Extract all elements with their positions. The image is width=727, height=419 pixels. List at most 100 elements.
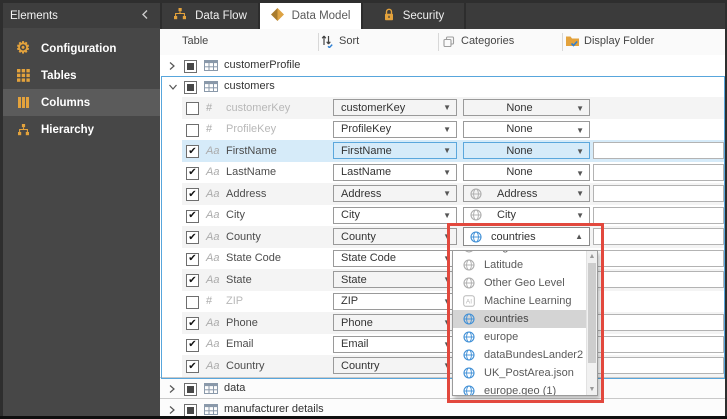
field-row-City[interactable]: ✔ Aa City City ▼ City ▼ bbox=[160, 205, 725, 227]
field-row-Phone[interactable]: ✔ Aa Phone Phone ▼ bbox=[160, 312, 725, 334]
number-type-icon: # bbox=[206, 295, 213, 307]
sidebar-item-tables[interactable]: Tables bbox=[0, 62, 160, 89]
checkbox[interactable]: ✔ bbox=[186, 360, 199, 373]
display-folder-input[interactable] bbox=[593, 228, 724, 245]
sort-combobox[interactable]: City ▼ bbox=[333, 206, 457, 224]
category-combobox[interactable]: None ▼ bbox=[463, 120, 590, 138]
sort-combobox[interactable]: Phone ▼ bbox=[333, 314, 457, 331]
chevron-down-icon: ▼ bbox=[443, 167, 451, 177]
category-combobox-open[interactable]: countries ▲ bbox=[463, 227, 590, 246]
dropdown-scrollbar[interactable]: ▲ ▼ bbox=[586, 251, 597, 395]
display-folder-input[interactable] bbox=[593, 314, 724, 331]
dropdown-item-uk-postarea-json[interactable]: UK_PostArea.json bbox=[453, 364, 586, 382]
scroll-up-icon[interactable]: ▲ bbox=[587, 253, 597, 260]
dropdown-item-databundeslander2[interactable]: dataBundesLander2 bbox=[453, 346, 586, 364]
field-row-ZIP[interactable]: # ZIP ZIP ▼ bbox=[160, 291, 725, 313]
checkbox[interactable]: ✔ bbox=[186, 338, 199, 352]
sort-combobox[interactable]: FirstName ▼ bbox=[333, 142, 457, 159]
folder-icon bbox=[565, 34, 580, 51]
scroll-down-icon[interactable]: ▼ bbox=[587, 386, 597, 393]
dropdown-item-countries[interactable]: countries bbox=[453, 310, 586, 328]
checkbox[interactable] bbox=[184, 383, 197, 396]
display-folder-input[interactable] bbox=[593, 185, 724, 202]
sidebar-item-configuration[interactable]: ⚙ Configuration bbox=[0, 35, 160, 62]
field-row-Email[interactable]: ✔ Aa Email Email ▼ bbox=[160, 334, 725, 356]
checkbox[interactable]: ✔ bbox=[186, 188, 199, 201]
dropdown-item-europe-geo-1-[interactable]: europe.geo (1) bbox=[453, 382, 586, 395]
sort-combobox[interactable]: Email ▼ bbox=[333, 335, 457, 353]
checkbox[interactable]: ✔ bbox=[186, 274, 199, 287]
sidebar-item-columns[interactable]: Columns bbox=[0, 89, 160, 116]
sort-combobox[interactable]: ZIP ▼ bbox=[333, 292, 457, 310]
checkbox[interactable] bbox=[184, 404, 197, 417]
display-folder-input[interactable] bbox=[593, 271, 724, 288]
field-row-Country[interactable]: ✔ Aa Country Country ▼ bbox=[160, 355, 725, 377]
tab-security[interactable]: Security bbox=[363, 2, 464, 29]
checkbox[interactable]: ✔ bbox=[186, 166, 199, 180]
sidebar-title: Elements bbox=[10, 9, 58, 22]
checkbox[interactable] bbox=[186, 123, 199, 137]
text-type-icon: Aa bbox=[206, 252, 220, 264]
sort-combobox[interactable]: Country ▼ bbox=[333, 357, 457, 374]
field-row-State[interactable]: ✔ Aa State State ▼ bbox=[160, 269, 725, 291]
field-row-Address[interactable]: ✔ Aa Address Address ▼ Address ▼ bbox=[160, 183, 725, 205]
sort-combobox[interactable]: Address ▼ bbox=[333, 185, 457, 202]
sort-combobox[interactable]: State ▼ bbox=[333, 271, 457, 288]
checkbox[interactable] bbox=[186, 295, 199, 309]
table-row-customerProfile[interactable]: customerProfile bbox=[160, 55, 725, 76]
sort-value: Address bbox=[341, 187, 382, 200]
sort-combobox[interactable]: ProfileKey ▼ bbox=[333, 120, 457, 138]
display-folder-input[interactable] bbox=[593, 142, 724, 159]
scrollbar-thumb[interactable] bbox=[588, 263, 596, 363]
field-name: Phone bbox=[226, 316, 258, 329]
dropdown-item-latitude[interactable]: Latitude bbox=[453, 256, 586, 274]
checkbox[interactable]: ✔ bbox=[186, 145, 199, 158]
sidebar-item-label: Tables bbox=[41, 69, 77, 82]
gear-icon: ⚙ bbox=[15, 39, 31, 57]
sort-combobox[interactable]: County ▼ bbox=[333, 228, 457, 245]
field-name: FirstName bbox=[226, 144, 277, 157]
checkbox[interactable] bbox=[186, 102, 199, 115]
tab-data-flow[interactable]: Data Flow bbox=[162, 2, 258, 29]
sort-combobox[interactable]: LastName ▼ bbox=[333, 163, 457, 181]
sort-value: County bbox=[341, 230, 376, 243]
field-row-County[interactable]: ✔ Aa County County ▼ bbox=[160, 226, 725, 248]
table-row-customers[interactable]: customers bbox=[160, 76, 725, 97]
category-combobox[interactable]: None ▼ bbox=[463, 99, 590, 116]
checkbox[interactable]: ✔ bbox=[186, 231, 199, 244]
display-folder-input[interactable] bbox=[593, 357, 724, 374]
dropdown-item-other-geo-level[interactable]: Other Geo Level bbox=[453, 274, 586, 292]
display-folder-input[interactable] bbox=[593, 335, 724, 353]
sort-combobox[interactable]: customerKey ▼ bbox=[333, 99, 457, 116]
chevron-down-icon: ▼ bbox=[443, 124, 451, 134]
field-row-ProfileKey[interactable]: # ProfileKey ProfileKey ▼ None ▼ bbox=[160, 119, 725, 141]
table-row-data[interactable]: data bbox=[160, 377, 725, 399]
display-folder-input[interactable] bbox=[593, 249, 724, 267]
category-combobox[interactable]: City ▼ bbox=[463, 206, 590, 224]
display-folder-input[interactable] bbox=[593, 163, 724, 181]
field-row-customerKey[interactable]: # customerKey customerKey ▼ None ▼ bbox=[160, 97, 725, 119]
checkbox[interactable]: ✔ bbox=[186, 209, 199, 223]
sidebar-item-hierarchy[interactable]: Hierarchy bbox=[0, 116, 160, 143]
checkbox[interactable]: ✔ bbox=[186, 252, 199, 266]
machine-learning-icon: AI bbox=[463, 295, 475, 307]
tab-data-model[interactable]: Data Model bbox=[260, 2, 361, 29]
collapse-sidebar-icon[interactable] bbox=[141, 9, 150, 23]
category-combobox[interactable]: None ▼ bbox=[463, 142, 590, 159]
dropdown-item-machine-learning[interactable]: AI Machine Learning bbox=[453, 292, 586, 310]
category-combobox[interactable]: None ▼ bbox=[463, 163, 590, 181]
checkbox[interactable]: ✔ bbox=[186, 317, 199, 330]
field-row-State-Code[interactable]: ✔ Aa State Code State Code ▼ bbox=[160, 248, 725, 270]
checkbox[interactable] bbox=[184, 81, 197, 94]
category-combobox[interactable]: Address ▼ bbox=[463, 185, 590, 202]
table-row-manufacturer-details[interactable]: manufacturer details bbox=[160, 398, 725, 419]
globe-icon bbox=[463, 313, 475, 325]
display-folder-input[interactable] bbox=[593, 206, 724, 224]
field-row-FirstName[interactable]: ✔ Aa FirstName FirstName ▼ None ▼ bbox=[160, 140, 725, 162]
sort-combobox[interactable]: State Code ▼ bbox=[333, 249, 457, 267]
checkbox[interactable] bbox=[184, 60, 197, 73]
category-value: None bbox=[506, 144, 533, 157]
dropdown-item-europe[interactable]: europe bbox=[453, 328, 586, 346]
field-row-LastName[interactable]: ✔ Aa LastName LastName ▼ None ▼ bbox=[160, 162, 725, 184]
table-icon bbox=[204, 404, 218, 415]
